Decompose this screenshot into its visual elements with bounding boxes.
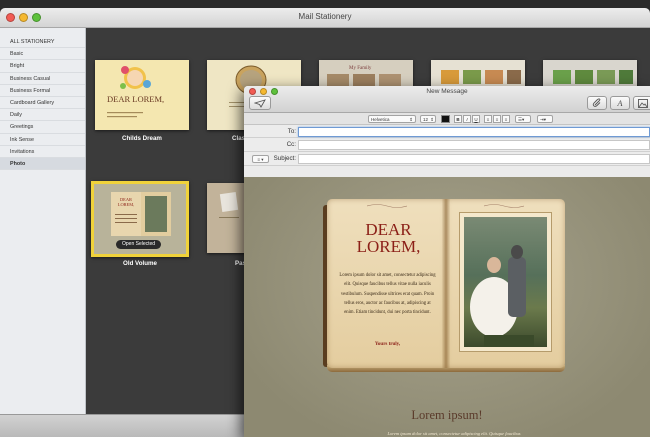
align-left-icon: ≡ — [486, 117, 490, 122]
font-family-value: Helvetica — [371, 117, 390, 122]
sidebar-item-bright[interactable]: Bright — [0, 60, 85, 73]
message-body[interactable]: DEAR LOREM, Lorem ipsum dolor sit amet, … — [244, 177, 650, 437]
select-arrows-icon: ⇕ — [430, 117, 434, 122]
couple-photo-image — [464, 217, 547, 347]
fonts-button[interactable]: A — [610, 96, 630, 110]
align-center-button[interactable]: ≡ — [493, 115, 501, 123]
flourish-ornament — [367, 204, 407, 208]
message-headers: To: Cc: ≡ ▾ Subject: — [244, 125, 650, 166]
photo-icon — [638, 98, 648, 108]
header-fields-menu[interactable]: ≡ ▾ — [252, 155, 269, 163]
photo-browser-button[interactable] — [633, 96, 650, 110]
letter-signature[interactable]: Yours truly, — [339, 342, 436, 347]
flourish-ornament — [484, 204, 524, 208]
list-icon: ≡ ▾ — [257, 157, 264, 162]
text-color-swatch[interactable] — [441, 115, 450, 123]
to-field[interactable] — [298, 127, 650, 137]
letter-footer-text[interactable]: Lorem ipsum dolor sit amet, consectetur … — [374, 431, 534, 436]
bold-button[interactable]: B — [454, 115, 462, 123]
cc-label: Cc: — [286, 141, 296, 148]
sidebar-item-cardboard-gallery[interactable]: Cardboard Gallery — [0, 97, 85, 110]
sidebar-item-all-stationery[interactable]: ALL STATIONERY — [0, 36, 85, 49]
template-thumbnail: DEAR LOREM, — [95, 60, 189, 130]
list-select[interactable]: ☰▾ — [515, 115, 531, 123]
italic-button[interactable]: I — [463, 115, 471, 123]
window-title: New Message — [426, 88, 468, 95]
align-center-icon: ≡ — [495, 117, 499, 122]
indent-icon: ⇥▾ — [540, 117, 547, 122]
to-label: To: — [287, 128, 296, 135]
book-left-page: DEAR LOREM, Lorem ipsum dolor sit amet, … — [327, 199, 446, 368]
letter-subtitle[interactable]: Lorem ipsum! — [244, 408, 650, 423]
attach-button[interactable] — [587, 96, 607, 110]
sidebar-item-basic[interactable]: Basic — [0, 48, 85, 61]
list-icon: ☰▾ — [518, 117, 525, 122]
to-row: To: — [244, 125, 650, 138]
letter-heading: DEAR LOREM, — [337, 221, 440, 255]
cc-row: Cc: — [244, 138, 650, 152]
font-a-icon: A — [617, 98, 623, 108]
letter-heading-line2: LOREM, — [356, 237, 421, 256]
template-thumbnail: DEAR LOREM, Open Selected — [91, 181, 189, 257]
template-label: Childs Dream — [122, 135, 162, 142]
stationery-titlebar: Mail Stationery — [0, 8, 650, 28]
sidebar-item-invitations[interactable]: Invitations — [0, 146, 85, 158]
stationery-sidebar: ALL STATIONERY Basic Bright Business Cas… — [0, 28, 86, 414]
book-spine — [442, 199, 450, 368]
template-label: Old Volume — [123, 260, 157, 267]
photo-frame[interactable] — [459, 212, 552, 352]
font-size-select[interactable]: 12 ⇕ — [420, 115, 436, 123]
sidebar-item-business-formal[interactable]: Business Formal — [0, 85, 85, 97]
new-message-window: New Message A Helvetica ⇕ 12 ⇕ B I U ≡ ≡… — [244, 86, 650, 437]
thumbnail-heading: DEAR LOREM, — [107, 94, 165, 104]
thumbnail-heading: DEAR LOREM, — [117, 197, 135, 207]
sidebar-item-business-casual[interactable]: Business Casual — [0, 73, 85, 85]
book-right-page — [446, 199, 565, 368]
select-arrows-icon: ⇕ — [409, 117, 413, 122]
sidebar-item-daily[interactable]: Daily — [0, 109, 85, 122]
message-titlebar: New Message A — [244, 86, 650, 113]
paper-plane-icon — [254, 98, 266, 108]
subject-label: Subject: — [273, 155, 296, 162]
align-right-button[interactable]: ≡ — [502, 115, 510, 123]
paperclip-icon — [592, 98, 601, 107]
letter-heading-line1: DEAR — [365, 220, 412, 239]
font-family-select[interactable]: Helvetica ⇕ — [368, 115, 416, 123]
subject-field[interactable] — [298, 154, 650, 164]
window-title: Mail Stationery — [298, 12, 352, 21]
couple-photo-illustration — [470, 245, 534, 347]
align-left-button[interactable]: ≡ — [484, 115, 492, 123]
sidebar-item-greetings[interactable]: Greetings — [0, 121, 85, 134]
letter-body-text[interactable]: Lorem ipsum dolor sit amet, consectetur … — [339, 271, 436, 317]
align-right-icon: ≡ — [504, 117, 508, 122]
format-bar: Helvetica ⇕ 12 ⇕ B I U ≡ ≡ ≡ ☰▾ ⇥▾ — [244, 113, 650, 125]
cc-field[interactable] — [298, 140, 650, 150]
sidebar-item-ink-sense[interactable]: Ink Sense — [0, 134, 85, 146]
underline-button[interactable]: U — [472, 115, 480, 123]
sidebar-item-photo[interactable]: Photo — [0, 157, 85, 171]
subject-row: ≡ ▾ Subject: — [244, 152, 650, 166]
open-selected-button[interactable]: Open Selected — [116, 240, 162, 249]
indent-select[interactable]: ⇥▾ — [537, 115, 553, 123]
old-volume-book: DEAR LOREM, Lorem ipsum dolor sit amet, … — [323, 199, 565, 372]
send-button[interactable] — [249, 96, 271, 110]
font-size-value: 12 — [423, 117, 429, 122]
